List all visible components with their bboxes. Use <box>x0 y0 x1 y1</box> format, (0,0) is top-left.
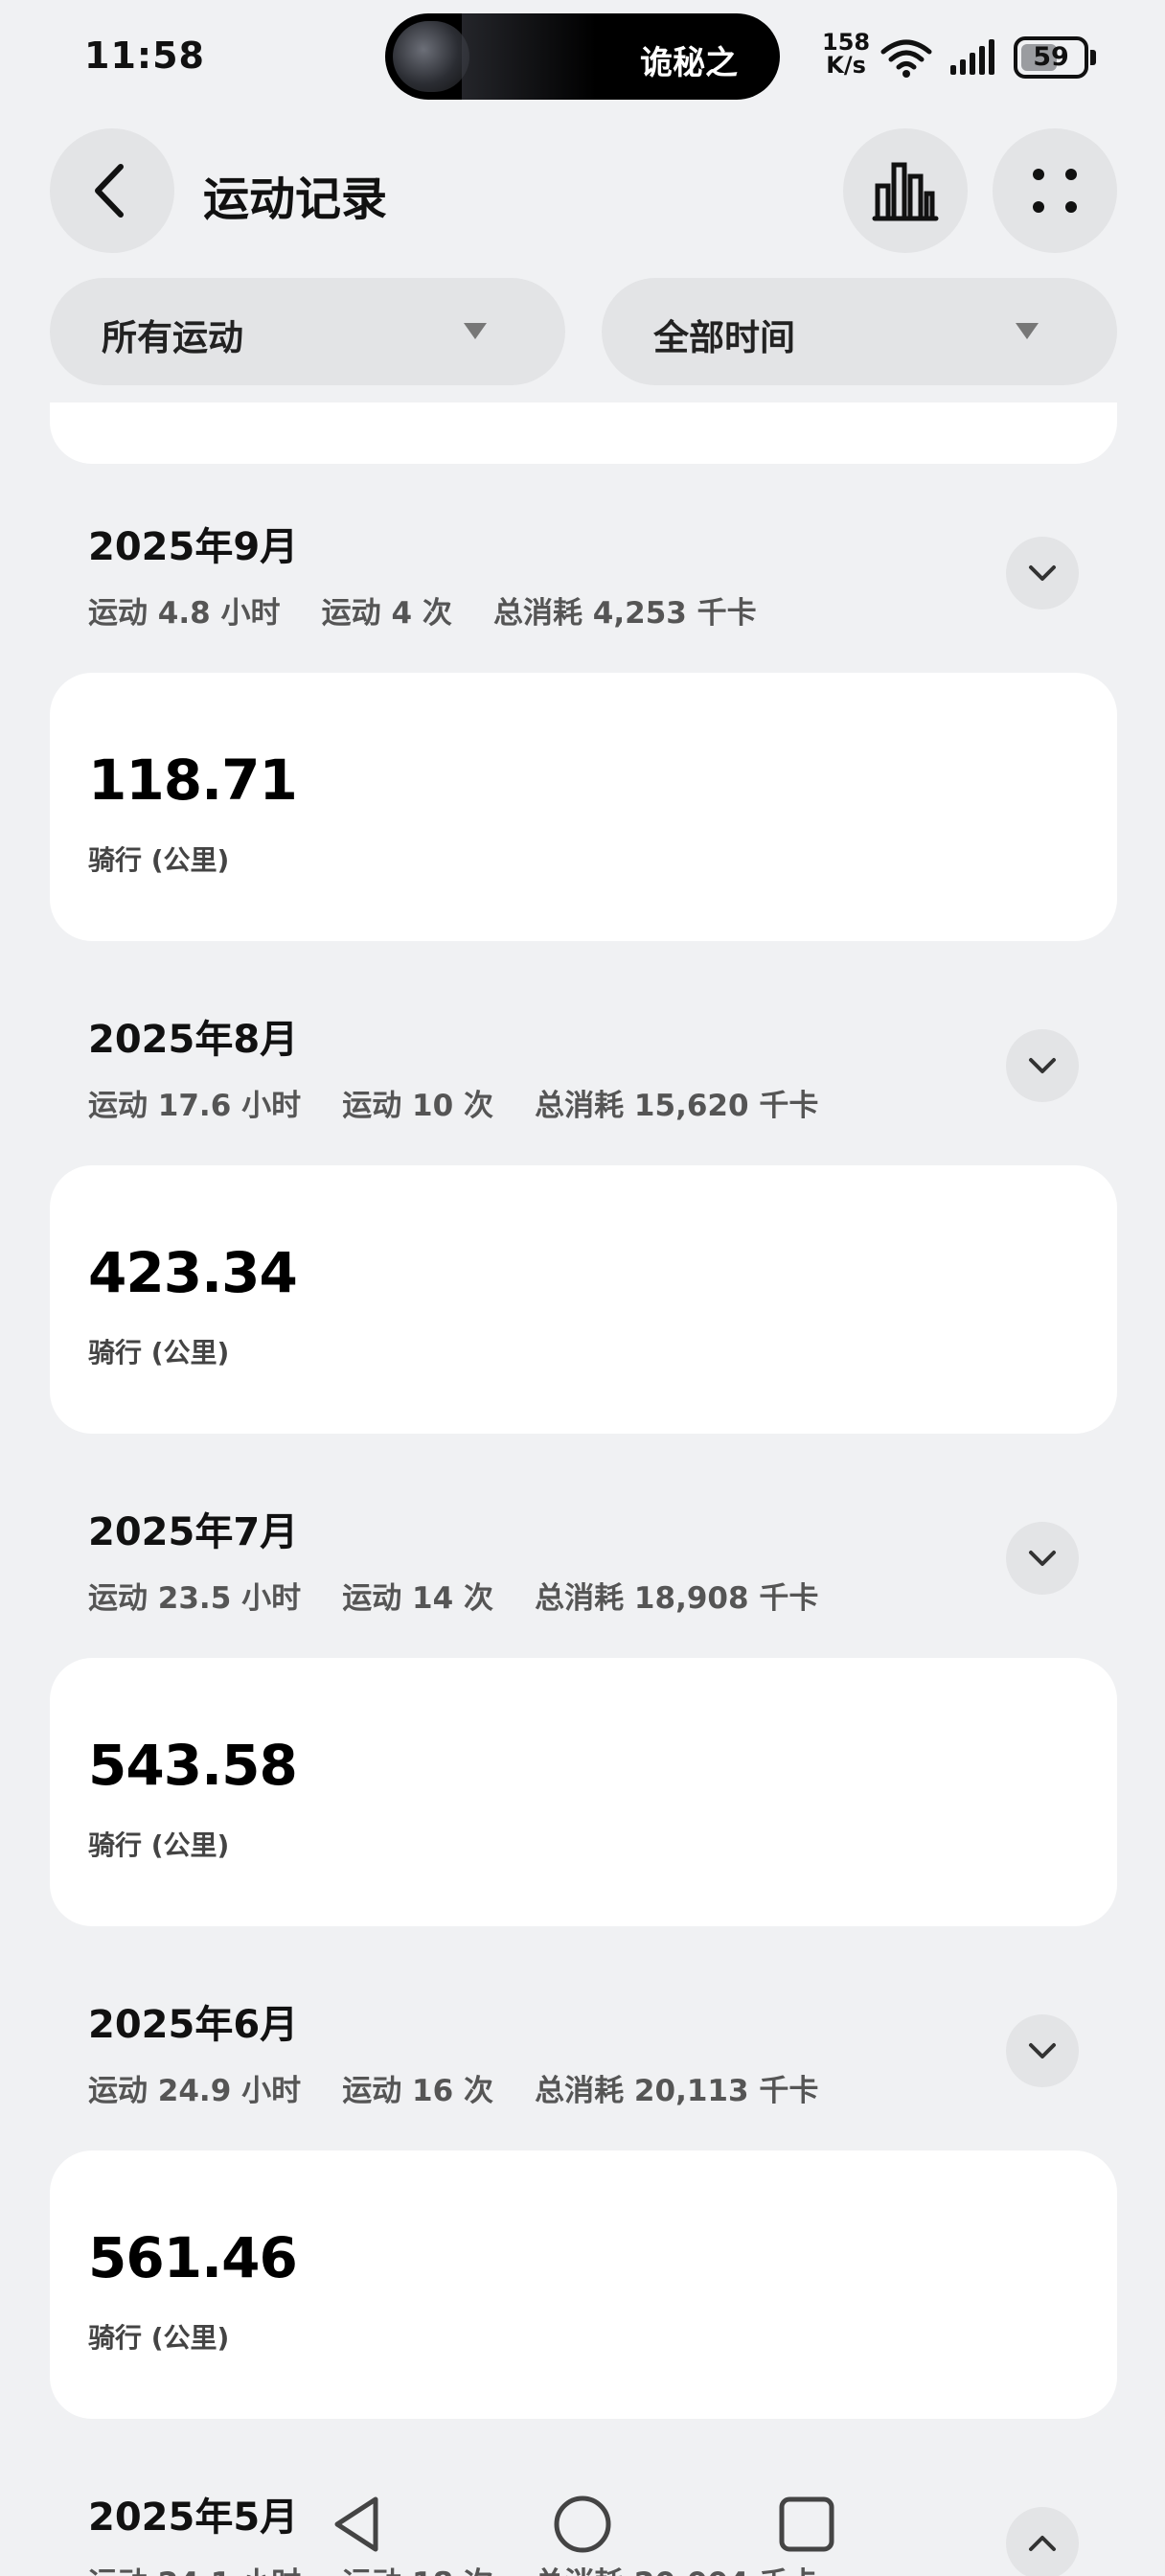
chevron-down-icon <box>1029 1058 1056 1073</box>
nav-recents-icon[interactable] <box>776 2494 837 2555</box>
month-stats: 运动 4.8 小时 运动 4 次 总消耗 4,253 千卡 <box>88 596 757 631</box>
more-button[interactable] <box>993 128 1117 253</box>
expand-button[interactable] <box>1006 537 1079 610</box>
more-grid-icon <box>1033 169 1077 213</box>
net-speed: 158 K/s <box>822 31 870 77</box>
expand-button[interactable] <box>1006 1029 1079 1102</box>
cycling-distance-label: 骑行 (公里) <box>88 844 230 876</box>
net-speed-value: 158 <box>822 29 871 56</box>
month-title: 2025年8月 <box>88 1018 299 1062</box>
chevron-down-icon <box>1029 1551 1056 1566</box>
cycling-distance-label: 骑行 (公里) <box>88 2322 230 2354</box>
nav-home-icon[interactable] <box>552 2494 613 2555</box>
battery-level: 59 <box>1033 42 1069 72</box>
time-filter-label: 全部时间 <box>653 317 795 358</box>
month-title: 2025年9月 <box>88 525 299 569</box>
status-time: 11:58 <box>84 34 205 77</box>
island-fade <box>462 13 596 100</box>
month-stats: 运动 23.5 小时 运动 14 次 总消耗 18,908 千卡 <box>88 1581 819 1616</box>
month-header[interactable]: 2025年9月 运动 4.8 小时 运动 4 次 总消耗 4,253 千卡 <box>0 516 1165 678</box>
cycling-distance: 543.58 <box>88 1733 298 1798</box>
dropdown-arrow-icon <box>1016 323 1039 339</box>
month-title: 2025年6月 <box>88 2003 299 2047</box>
cycling-distance: 423.34 <box>88 1240 298 1305</box>
month-title: 2025年7月 <box>88 1510 299 1554</box>
page-title: 运动记录 <box>203 172 388 226</box>
month-stats: 运动 17.6 小时 运动 10 次 总消耗 15,620 千卡 <box>88 1089 819 1123</box>
month-card[interactable]: 423.34 骑行 (公里) <box>50 1165 1117 1434</box>
battery-tip <box>1090 50 1096 65</box>
nav-back-icon[interactable] <box>326 2494 387 2555</box>
signal-icon <box>950 39 994 75</box>
sport-filter-dropdown[interactable]: 所有运动 <box>50 278 565 385</box>
dropdown-arrow-icon <box>464 323 487 339</box>
month-card[interactable]: 561.46 骑行 (公里) <box>50 2150 1117 2419</box>
media-island[interactable]: 诡秘之 <box>385 13 780 100</box>
expand-button[interactable] <box>1006 2014 1079 2087</box>
statistics-button[interactable] <box>843 128 968 253</box>
wifi-icon <box>880 39 932 78</box>
net-speed-unit: K/s <box>826 52 866 79</box>
battery-icon: 59 <box>1014 36 1096 79</box>
records-list[interactable]: 2025年9月 运动 4.8 小时 运动 4 次 总消耗 4,253 千卡 11… <box>0 402 1165 2576</box>
status-bar: 11:58 诡秘之 158 K/s 59 <box>0 0 1165 115</box>
month-header[interactable]: 2025年6月 运动 24.9 小时 运动 16 次 总消耗 20,113 千卡 <box>0 1993 1165 2156</box>
chevron-down-icon <box>1029 565 1056 581</box>
month-header[interactable]: 2025年7月 运动 23.5 小时 运动 14 次 总消耗 18,908 千卡 <box>0 1501 1165 1664</box>
expand-button[interactable] <box>1006 1522 1079 1595</box>
back-icon <box>95 164 124 218</box>
navigation-bar <box>0 2480 1165 2576</box>
month-card[interactable]: 118.71 骑行 (公里) <box>50 673 1117 941</box>
month-header[interactable]: 2025年8月 运动 17.6 小时 运动 10 次 总消耗 15,620 千卡 <box>0 1008 1165 1171</box>
bar-chart-icon <box>872 162 939 221</box>
media-title: 诡秘之 <box>640 44 738 82</box>
cycling-distance: 118.71 <box>88 748 298 813</box>
cycling-distance-label: 骑行 (公里) <box>88 1337 230 1368</box>
cycling-distance-label: 骑行 (公里) <box>88 1829 230 1861</box>
chevron-down-icon <box>1029 2043 1056 2058</box>
previous-card[interactable] <box>50 402 1117 464</box>
time-filter-dropdown[interactable]: 全部时间 <box>602 278 1117 385</box>
cycling-distance: 561.46 <box>88 2225 298 2290</box>
month-stats: 运动 24.9 小时 运动 16 次 总消耗 20,113 千卡 <box>88 2074 819 2108</box>
back-button[interactable] <box>50 128 174 253</box>
album-art <box>393 21 469 92</box>
month-card[interactable]: 543.58 骑行 (公里) <box>50 1658 1117 1926</box>
sport-filter-label: 所有运动 <box>102 317 243 358</box>
